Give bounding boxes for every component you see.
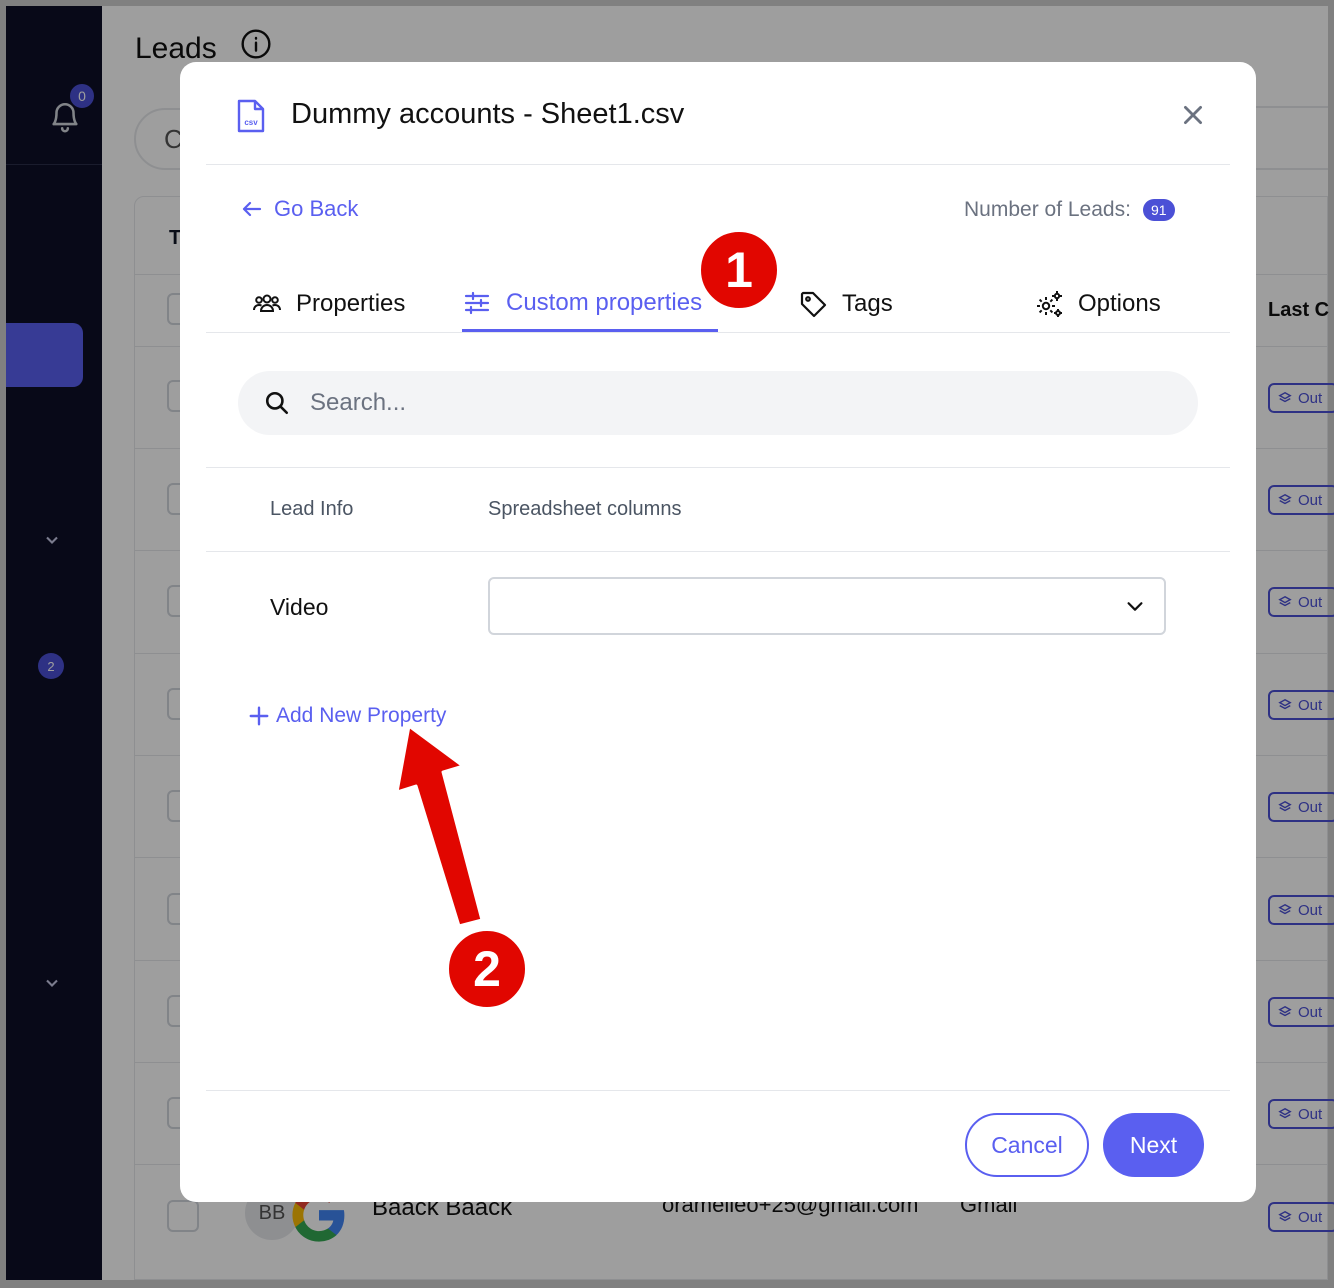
tab-custom-properties[interactable]: Custom properties (462, 276, 718, 332)
divider (206, 551, 1230, 552)
svg-text:csv: csv (244, 118, 258, 127)
users-icon (253, 294, 281, 312)
tab-tags[interactable]: Tags (798, 276, 893, 332)
modal-title: Dummy accounts - Sheet1.csv (291, 98, 685, 130)
chevron-down-icon (1127, 602, 1143, 611)
column-header-lead-info: Lead Info (270, 498, 354, 520)
column-header-spreadsheet-columns: Spreadsheet columns (488, 498, 682, 520)
import-modal: csv Dummy accounts - Sheet1.csv Go Back … (180, 62, 1256, 1202)
close-icon[interactable] (1180, 102, 1206, 128)
sliders-icon (464, 291, 490, 314)
divider (206, 332, 1230, 333)
search-icon (265, 391, 289, 415)
plus-icon (249, 706, 269, 726)
tab-properties[interactable]: Properties (252, 276, 405, 332)
go-back-link[interactable]: Go Back (240, 196, 358, 222)
csv-file-icon: csv (237, 99, 265, 133)
divider (206, 1090, 1230, 1091)
property-search[interactable] (238, 371, 1198, 435)
tab-options[interactable]: Options (1034, 276, 1161, 332)
leads-count: Number of Leads: 91 (964, 198, 1175, 222)
next-button[interactable]: Next (1103, 1113, 1204, 1177)
property-label-video: Video (270, 594, 329, 620)
tag-icon (800, 291, 827, 318)
spreadsheet-column-select[interactable] (488, 577, 1166, 635)
add-new-property-button[interactable]: Add New Property (248, 704, 446, 728)
annotation-marker-1: 1 (698, 229, 780, 311)
divider (206, 467, 1230, 468)
annotation-marker-2: 2 (446, 928, 528, 1010)
arrow-left-icon (242, 201, 262, 217)
leads-count-badge: 91 (1142, 199, 1175, 221)
cancel-button[interactable]: Cancel (965, 1113, 1089, 1177)
search-input[interactable] (310, 389, 1110, 417)
gears-icon (1037, 291, 1062, 317)
divider (206, 164, 1230, 165)
